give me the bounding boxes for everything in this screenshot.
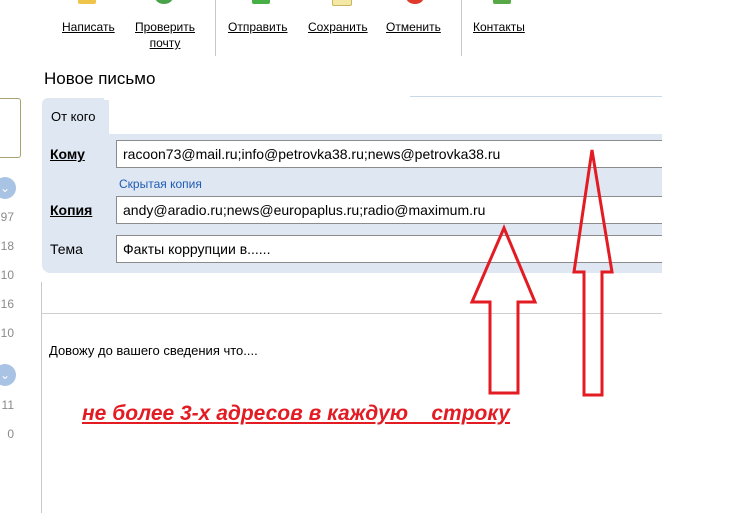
annotation-arrows	[469, 149, 614, 397]
annotation-text: не более 3-х адресов в каждую строку	[82, 402, 510, 425]
arrow-up-icon	[469, 224, 538, 395]
arrow-up-icon	[572, 149, 614, 397]
